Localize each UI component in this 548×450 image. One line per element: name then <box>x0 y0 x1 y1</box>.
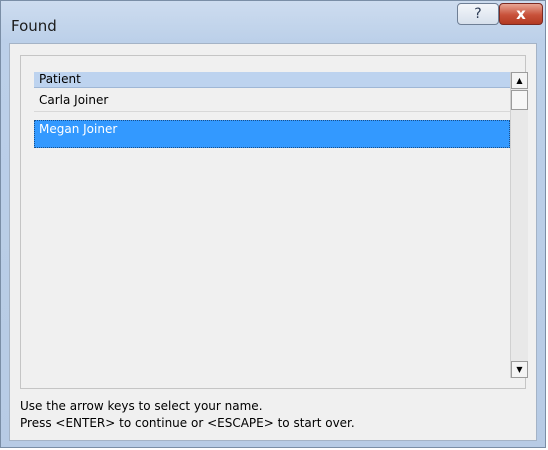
row-divider <box>34 111 510 112</box>
scroll-down-button[interactable]: ▼ <box>511 361 528 378</box>
found-dialog: Found ? x Patient Carla Joiner Megan Joi… <box>0 0 546 448</box>
title-bar[interactable]: Found ? x <box>1 1 545 35</box>
close-icon: x <box>516 5 526 23</box>
close-button[interactable]: x <box>499 3 543 25</box>
arrow-up-icon: ▲ <box>516 76 523 85</box>
patient-column-header[interactable]: Patient <box>34 72 510 88</box>
help-icon: ? <box>474 6 482 22</box>
arrow-down-icon: ▼ <box>516 365 523 374</box>
instruction-line-1: Use the arrow keys to select your name. <box>20 399 263 413</box>
window-title: Found <box>11 17 57 35</box>
vertical-scrollbar[interactable]: ▲ ▼ <box>510 72 528 378</box>
dialog-body: Patient Carla Joiner Megan Joiner ▲ ▼ Us… <box>9 43 537 441</box>
instruction-line-2: Press <ENTER> to continue or <ESCAPE> to… <box>20 416 355 430</box>
scroll-thumb[interactable] <box>511 90 528 110</box>
scroll-up-button[interactable]: ▲ <box>511 72 528 89</box>
help-button[interactable]: ? <box>457 3 499 25</box>
instructions-text: Use the arrow keys to select your name. … <box>20 398 520 432</box>
list-item-selected[interactable]: Megan Joiner <box>34 120 510 148</box>
list-item[interactable]: Carla Joiner <box>34 91 510 111</box>
